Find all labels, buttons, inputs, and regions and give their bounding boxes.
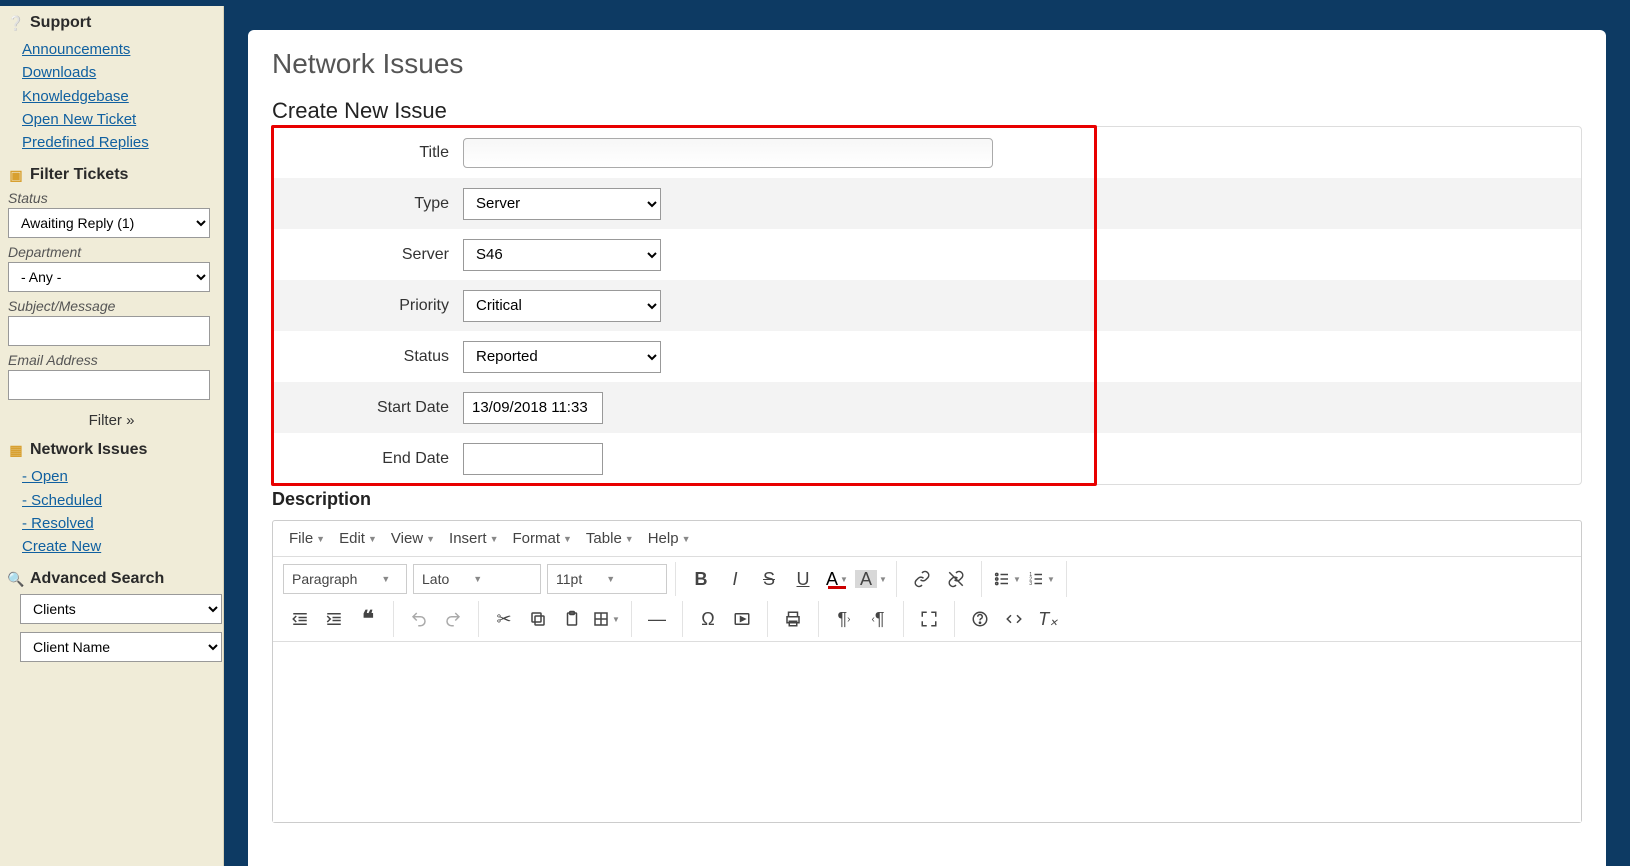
outdent-icon[interactable] [283,603,317,635]
title-label: Title [273,144,463,162]
link-open-new-ticket[interactable]: Open New Ticket [22,108,215,131]
menu-insert[interactable]: Insert▼ [443,527,504,550]
redo-icon[interactable] [436,603,470,635]
source-code-icon[interactable] [997,603,1031,635]
link-open[interactable]: - Open [22,465,215,488]
paste-icon[interactable] [555,603,589,635]
main-panel: Network Issues Create New Issue Title Ty… [248,30,1606,866]
status-select-form[interactable]: Reported [463,341,661,373]
link-create-new[interactable]: Create New [22,535,215,558]
text-color-icon[interactable]: A▼ [820,563,854,595]
link-resolved[interactable]: - Resolved [22,512,215,535]
start-date-label: Start Date [273,399,463,417]
link-knowledgebase[interactable]: Knowledgebase [22,85,215,108]
email-input[interactable] [8,370,210,400]
undo-icon[interactable] [402,603,436,635]
editor-toolbar: Paragraph▼ Lato▼ 11pt▼ B I S U A▼ A▼ [273,557,1581,642]
support-header-label: Support [30,14,91,32]
editor-menubar: File▼ Edit▼ View▼ Insert▼ Format▼ Table▼… [273,521,1581,557]
page-title: Network Issues [272,48,1582,80]
subject-input[interactable] [8,316,210,346]
search-header-label: Advanced Search [30,570,164,588]
search-icon: 🔍 [8,571,24,587]
end-date-input[interactable] [463,443,603,475]
priority-label: Priority [273,297,463,315]
print-icon[interactable] [776,603,810,635]
link-icon[interactable] [905,563,939,595]
link-announcements[interactable]: Announcements [22,38,215,61]
link-predefined-replies[interactable]: Predefined Replies [22,131,215,154]
strikethrough-icon[interactable]: S [752,563,786,595]
status-label-form: Status [273,348,463,366]
font-select[interactable]: Lato▼ [413,564,541,594]
server-select[interactable]: S46 [463,239,661,271]
type-label: Type [273,195,463,213]
number-list-icon[interactable]: 123▼ [1024,563,1058,595]
menu-file[interactable]: File▼ [283,527,331,550]
menu-view[interactable]: View▼ [385,527,441,550]
status-select[interactable]: Awaiting Reply (1) [8,208,210,238]
table-icon[interactable]: ▼ [589,603,623,635]
network-icon: ▦ [8,442,24,458]
menu-table[interactable]: Table▼ [580,527,640,550]
filter-icon: ▣ [8,167,24,183]
underline-icon[interactable]: U [786,563,820,595]
search-field-select[interactable]: Client Name [20,632,222,662]
filter-tickets-header: ▣ Filter Tickets [8,166,215,184]
server-label: Server [273,246,463,264]
issue-form: Title Type Server Server S46 Priority Cr… [272,126,1582,485]
end-date-label: End Date [273,450,463,468]
blockquote-icon[interactable]: ❝ [351,603,385,635]
italic-icon[interactable]: I [718,563,752,595]
department-label: Department [8,244,215,260]
media-icon[interactable] [725,603,759,635]
unlink-icon[interactable] [939,563,973,595]
filter-button[interactable]: Filter » [89,412,135,429]
menu-edit[interactable]: Edit▼ [333,527,383,550]
email-label: Email Address [8,352,215,368]
copy-icon[interactable] [521,603,555,635]
description-label: Description [272,489,1582,510]
bg-color-icon[interactable]: A▼ [854,563,888,595]
advanced-search-header: 🔍 Advanced Search [8,570,215,588]
menu-format[interactable]: Format▼ [506,527,577,550]
menu-help[interactable]: Help▼ [642,527,697,550]
fullscreen-icon[interactable] [912,603,946,635]
start-date-input[interactable] [463,392,603,424]
priority-select[interactable]: Critical [463,290,661,322]
network-issues-header: ▦ Network Issues [8,441,215,459]
subject-label: Subject/Message [8,298,215,314]
network-header-label: Network Issues [30,441,147,459]
editor-canvas[interactable] [273,642,1581,822]
type-select[interactable]: Server [463,188,661,220]
sidebar: ❔ Support Announcements Downloads Knowle… [0,6,224,866]
hr-icon[interactable]: — [640,603,674,635]
fontsize-select[interactable]: 11pt▼ [547,564,667,594]
link-downloads[interactable]: Downloads [22,61,215,84]
bold-icon[interactable]: B [684,563,718,595]
help-editor-icon[interactable] [963,603,997,635]
rich-text-editor: File▼ Edit▼ View▼ Insert▼ Format▼ Table▼… [272,520,1582,823]
help-icon: ❔ [8,15,24,31]
cut-icon[interactable]: ✂ [487,603,521,635]
title-input[interactable] [463,138,993,168]
special-char-icon[interactable]: Ω [691,603,725,635]
support-header: ❔ Support [8,14,215,32]
svg-text:3: 3 [1029,581,1032,587]
clear-format-icon[interactable]: T✕ [1031,603,1065,635]
filter-header-label: Filter Tickets [30,166,128,184]
search-type-select[interactable]: Clients [20,594,222,624]
paragraph-select[interactable]: Paragraph▼ [283,564,407,594]
link-scheduled[interactable]: - Scheduled [22,489,215,512]
ltr-icon[interactable]: ¶› [827,603,861,635]
section-title: Create New Issue [272,98,1582,124]
rtl-icon[interactable]: ‹¶ [861,603,895,635]
status-label: Status [8,190,215,206]
indent-icon[interactable] [317,603,351,635]
bullet-list-icon[interactable]: ▼ [990,563,1024,595]
department-select[interactable]: - Any - [8,262,210,292]
